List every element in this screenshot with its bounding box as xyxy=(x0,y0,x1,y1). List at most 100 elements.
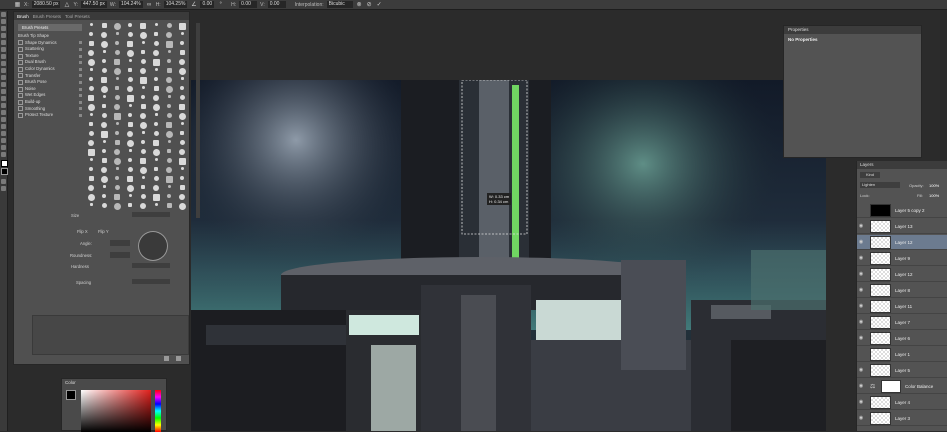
roundness-field[interactable] xyxy=(110,252,130,258)
brush-tip[interactable] xyxy=(85,59,97,68)
tab-tool-presets[interactable]: Tool Presets xyxy=(65,14,90,19)
pen-tool-icon[interactable] xyxy=(1,110,6,115)
marquee-tool-icon[interactable] xyxy=(1,19,6,24)
brush-tip[interactable] xyxy=(124,41,136,50)
brush-tip[interactable] xyxy=(98,185,110,194)
brush-tip[interactable] xyxy=(137,32,149,41)
brush-tip[interactable] xyxy=(137,149,149,158)
hardness-slider[interactable] xyxy=(132,263,170,268)
brush-tip[interactable] xyxy=(137,41,149,50)
brush-tip[interactable] xyxy=(124,158,136,167)
brush-tip[interactable] xyxy=(137,77,149,86)
visibility-icon[interactable]: ◉ xyxy=(857,415,865,421)
brush-tip[interactable] xyxy=(111,185,123,194)
brush-tip[interactable] xyxy=(85,203,97,212)
brush-tip[interactable] xyxy=(150,149,162,158)
brush-tip[interactable] xyxy=(85,86,97,95)
brush-tip[interactable] xyxy=(150,122,162,131)
flip-y-checkbox[interactable]: Flip Y xyxy=(98,229,109,234)
checkbox[interactable] xyxy=(18,66,23,72)
brush-tip[interactable] xyxy=(137,23,149,32)
brush-tip[interactable] xyxy=(124,149,136,158)
checkbox[interactable] xyxy=(18,86,23,92)
lock-icon[interactable] xyxy=(79,80,82,84)
brush-tip[interactable] xyxy=(98,194,110,203)
brush-tip[interactable] xyxy=(124,185,136,194)
brush-tip[interactable] xyxy=(176,149,188,158)
lock-icon[interactable] xyxy=(79,47,82,51)
lock-icon[interactable] xyxy=(79,54,82,58)
brush-tip[interactable] xyxy=(163,77,175,86)
brush-tip[interactable] xyxy=(124,50,136,59)
visibility-icon[interactable]: ◉ xyxy=(857,287,865,293)
brush-tip[interactable] xyxy=(85,95,97,104)
path-select-tool-icon[interactable] xyxy=(1,124,6,129)
hand-tool-icon[interactable] xyxy=(1,138,6,143)
brush-tip[interactable] xyxy=(176,194,188,203)
checkbox[interactable] xyxy=(18,40,23,46)
lock-icon[interactable] xyxy=(79,113,82,117)
brush-tip[interactable] xyxy=(150,113,162,122)
brush-tip[interactable] xyxy=(98,113,110,122)
brush-tip[interactable] xyxy=(111,50,123,59)
brush-tip[interactable] xyxy=(98,50,110,59)
brush-tip[interactable] xyxy=(98,176,110,185)
layer-row[interactable]: ◉ ⚖ Color Balance xyxy=(857,379,947,394)
brush-tip[interactable] xyxy=(111,77,123,86)
brush-tip[interactable] xyxy=(111,122,123,131)
brush-tip[interactable] xyxy=(163,32,175,41)
brush-tip[interactable] xyxy=(111,41,123,50)
layer-row[interactable]: ◉ Layer 3 xyxy=(857,411,947,426)
brush-tip[interactable] xyxy=(98,77,110,86)
brush-tip[interactable] xyxy=(124,104,136,113)
zoom-tool-icon[interactable] xyxy=(1,145,6,150)
brush-tip[interactable] xyxy=(150,86,162,95)
brush-tip[interactable] xyxy=(163,113,175,122)
layer-row[interactable]: Layer 1 xyxy=(857,347,947,362)
brush-tip[interactable] xyxy=(137,140,149,149)
brush-tip[interactable] xyxy=(98,158,110,167)
lock-icon[interactable] xyxy=(79,67,82,71)
brush-tip[interactable] xyxy=(124,77,136,86)
blend-mode-select[interactable]: Lighten xyxy=(860,182,900,188)
crop-tool-icon[interactable] xyxy=(1,40,6,45)
brush-option[interactable]: Smoothing xyxy=(18,106,82,113)
brush-tip[interactable] xyxy=(98,203,110,212)
angle-field[interactable]: 0.00 xyxy=(200,1,215,8)
brush-tip[interactable] xyxy=(98,149,110,158)
brush-tip[interactable] xyxy=(85,140,97,149)
lock-icon[interactable] xyxy=(79,107,82,111)
eraser-tool-icon[interactable] xyxy=(1,82,6,87)
brush-tip[interactable] xyxy=(98,122,110,131)
brush-tip[interactable] xyxy=(124,86,136,95)
lock-icon[interactable] xyxy=(79,100,82,104)
layer-row[interactable]: ◉ Layer 11 xyxy=(857,299,947,314)
brush-tip[interactable] xyxy=(176,140,188,149)
layer-row[interactable]: ◉ Layer 8 xyxy=(857,283,947,298)
spacing-checkbox[interactable]: Spacing xyxy=(76,280,91,285)
brush-option[interactable]: Color Dynamics xyxy=(18,66,82,73)
brush-tip[interactable] xyxy=(176,41,188,50)
brush-tip[interactable] xyxy=(176,32,188,41)
brush-tip[interactable] xyxy=(176,176,188,185)
brush-tip-grid[interactable] xyxy=(85,23,195,218)
brush-tip[interactable] xyxy=(150,140,162,149)
brush-tip[interactable] xyxy=(176,131,188,140)
size-slider[interactable] xyxy=(132,212,170,217)
brush-tip[interactable] xyxy=(111,176,123,185)
brush-tool-icon[interactable] xyxy=(1,61,6,66)
create-new-brush-icon[interactable] xyxy=(164,356,169,361)
brush-tip[interactable] xyxy=(150,194,162,203)
warp-icon[interactable]: ⊗ xyxy=(356,1,363,8)
brush-tip[interactable] xyxy=(85,113,97,122)
brush-tip[interactable] xyxy=(98,95,110,104)
brush-angle-preview[interactable] xyxy=(138,231,168,261)
type-tool-icon[interactable] xyxy=(1,117,6,122)
brush-tip[interactable] xyxy=(111,140,123,149)
reference-point-icon[interactable]: ▦ xyxy=(14,1,21,8)
brush-tip[interactable] xyxy=(163,68,175,77)
layer-row[interactable]: ◉ Layer 12 xyxy=(857,235,947,250)
edit-toolbar-icon[interactable] xyxy=(1,152,6,157)
brush-tip[interactable] xyxy=(85,104,97,113)
visibility-icon[interactable]: ◉ xyxy=(857,303,865,309)
